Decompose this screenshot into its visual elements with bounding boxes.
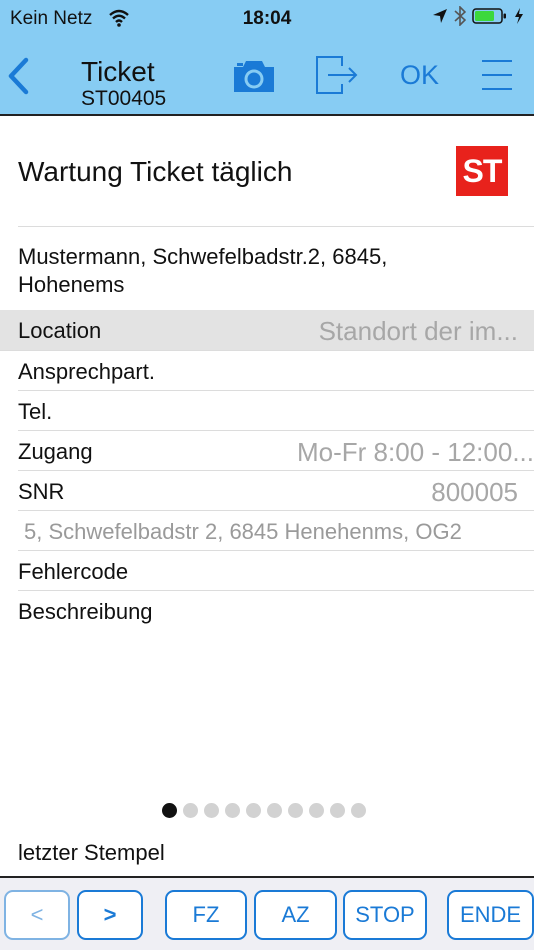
navigation-bar: Ticket ST00405 OK	[0, 36, 534, 116]
company-logo: ST	[456, 146, 508, 196]
stop-button[interactable]: STOP	[343, 890, 427, 940]
az-button[interactable]: AZ	[254, 890, 337, 940]
camera-button[interactable]	[232, 58, 276, 94]
location-arrow-icon	[432, 8, 448, 29]
description-row[interactable]: Beschreibung	[0, 591, 534, 631]
phone-label: Tel.	[18, 399, 53, 424]
page-title: Ticket	[81, 56, 155, 87]
page-dot[interactable]	[267, 803, 282, 818]
page-dot[interactable]	[225, 803, 240, 818]
ok-button[interactable]: OK	[400, 60, 439, 91]
page-dot[interactable]	[351, 803, 366, 818]
ticket-number: ST00405	[81, 87, 167, 110]
page-dot[interactable]	[309, 803, 324, 818]
description-label: Beschreibung	[18, 599, 153, 624]
bottom-toolbar: < > FZ AZ STOP ENDE	[0, 876, 534, 950]
snr-label: SNR	[18, 479, 65, 504]
location-address-row[interactable]: 5, Schwefelbadstr 2, 6845 Henehenms, OG2	[0, 511, 534, 551]
snr-row[interactable]: SNR 800005	[0, 471, 534, 511]
access-label: Zugang	[18, 439, 93, 464]
hamburger-menu-icon	[482, 60, 512, 90]
phone-row[interactable]: Tel.	[0, 391, 534, 431]
page-indicator[interactable]	[162, 803, 366, 818]
next-button[interactable]: >	[77, 890, 143, 940]
bluetooth-icon	[454, 5, 467, 31]
page-dot[interactable]	[162, 803, 177, 818]
location-row[interactable]: Location Standort der im...	[0, 310, 534, 350]
ticket-heading: Wartung Ticket täglich	[18, 156, 293, 187]
location-label: Location	[18, 318, 102, 343]
status-bar: Kein Netz 18:04	[0, 0, 534, 36]
contact-row[interactable]: Ansprechpart.	[0, 351, 534, 391]
contact-label: Ansprechpart.	[18, 359, 155, 384]
export-button[interactable]	[314, 54, 360, 96]
location-value: Standort der im...	[318, 316, 518, 346]
camera-icon	[234, 61, 274, 92]
address-line-1: Mustermann, Schwefelbadstr.2, 6845,	[18, 244, 388, 269]
divider	[18, 226, 534, 227]
error-code-row[interactable]: Fehlercode	[0, 551, 534, 591]
export-icon	[316, 56, 358, 94]
battery-icon	[472, 7, 508, 30]
fz-button[interactable]: FZ	[165, 890, 247, 940]
end-button[interactable]: ENDE	[447, 890, 534, 940]
customer-address: Mustermann, Schwefelbadstr.2, 6845, Hohe…	[18, 243, 518, 299]
page-dot[interactable]	[288, 803, 303, 818]
snr-value: 800005	[431, 477, 518, 507]
location-address-value: 5, Schwefelbadstr 2, 6845 Henehenms, OG2	[24, 519, 462, 544]
page-dot[interactable]	[246, 803, 261, 818]
error-code-label: Fehlercode	[18, 559, 129, 584]
logo-text: ST	[462, 153, 503, 189]
page-dot[interactable]	[183, 803, 198, 818]
menu-button[interactable]	[480, 58, 514, 92]
access-row[interactable]: Zugang Mo-Fr 8:00 - 12:00...	[0, 431, 534, 471]
page-dot[interactable]	[330, 803, 345, 818]
address-line-2: Hohenems	[18, 272, 125, 297]
previous-button[interactable]: <	[4, 890, 70, 940]
back-button[interactable]	[4, 56, 36, 96]
access-value: Mo-Fr 8:00 - 12:00...	[297, 437, 534, 467]
charging-icon	[514, 8, 524, 29]
page-dot[interactable]	[204, 803, 219, 818]
chevron-left-icon	[8, 57, 29, 95]
last-stamp-label: letzter Stempel	[18, 840, 165, 865]
